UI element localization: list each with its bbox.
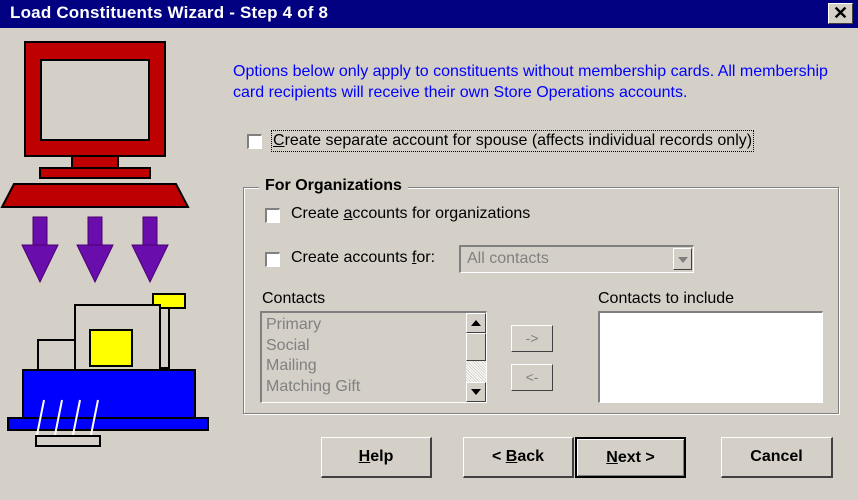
accounts-for-checkbox[interactable] [265, 252, 280, 267]
contacts-to-include-listbox[interactable] [598, 311, 823, 403]
list-item[interactable]: Primary [266, 315, 360, 336]
scroll-down-button[interactable] [466, 382, 486, 402]
window-title: Load Constituents Wizard - Step 4 of 8 [10, 3, 329, 22]
close-icon: ✕ [832, 3, 849, 23]
chevron-down-icon [678, 257, 688, 263]
contacts-scrollbar[interactable] [466, 313, 486, 402]
title-bar: Load Constituents Wizard - Step 4 of 8 ✕ [0, 0, 858, 28]
cancel-button[interactable]: Cancel [721, 437, 833, 478]
cash-register-icon [7, 293, 209, 447]
spouse-account-label[interactable]: Create separate account for spouse (affe… [270, 130, 755, 152]
spouse-account-checkbox[interactable] [247, 134, 262, 149]
info-text: Options below only apply to constituents… [233, 63, 828, 101]
wizard-illustration [0, 41, 209, 447]
arrow-up-icon [471, 320, 481, 326]
scroll-track[interactable] [466, 361, 486, 382]
next-button[interactable]: Next > [575, 437, 686, 478]
back-button[interactable]: < Back [463, 437, 574, 478]
close-button[interactable]: ✕ [828, 3, 853, 24]
list-item[interactable]: Mailing [266, 356, 360, 377]
org-accounts-checkbox[interactable] [265, 208, 280, 223]
org-accounts-label[interactable]: Create accounts for organizations [291, 205, 530, 223]
help-button[interactable]: Help [321, 437, 432, 478]
transfer-arrows-icon [21, 216, 169, 284]
dropdown-button[interactable] [673, 248, 692, 270]
scroll-up-button[interactable] [466, 313, 486, 333]
list-item[interactable]: Matching Gift [266, 377, 360, 398]
add-contact-button[interactable]: -> [511, 325, 553, 352]
contacts-listbox[interactable]: Primary Social Mailing Matching Gift [260, 311, 487, 403]
contacts-dropdown-value: All contacts [467, 250, 549, 267]
computer-monitor-icon [0, 41, 190, 208]
scroll-thumb[interactable] [466, 333, 486, 361]
contacts-to-include-label: Contacts to include [598, 290, 735, 307]
list-item[interactable]: Social [266, 336, 360, 357]
accounts-for-label[interactable]: Create accounts for: [291, 249, 435, 267]
remove-contact-button[interactable]: <- [511, 364, 553, 391]
contacts-label: Contacts [262, 290, 326, 307]
arrow-down-icon [471, 389, 481, 395]
contacts-dropdown[interactable]: All contacts [459, 245, 694, 273]
organizations-group-title: For Organizations [259, 177, 408, 195]
